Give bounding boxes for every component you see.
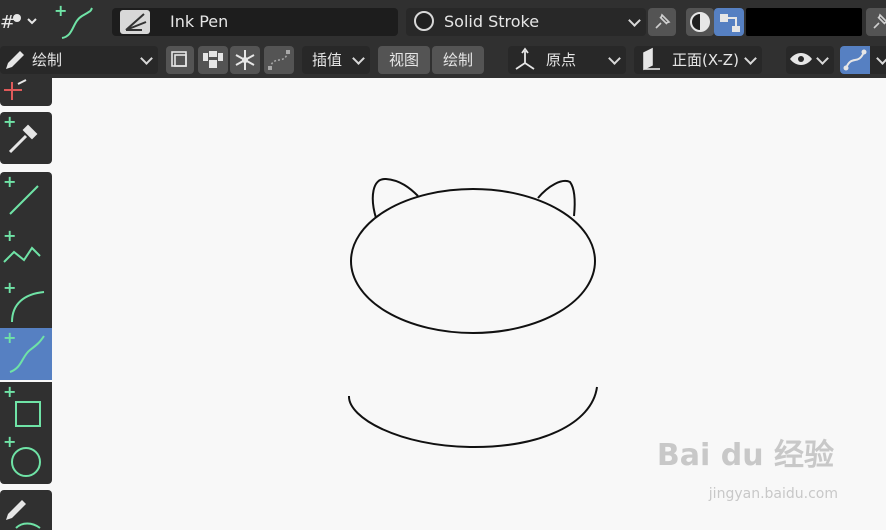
- watermark-url: jingyan.baidu.com: [708, 486, 838, 502]
- draw-menu[interactable]: 绘制: [432, 46, 484, 74]
- view-menu-label: 视图: [388, 51, 419, 69]
- chevron-down-icon: [628, 14, 641, 27]
- color-mode-button[interactable]: [686, 8, 714, 36]
- visibility-menu[interactable]: [786, 46, 834, 74]
- material-mode-icon: [690, 12, 710, 32]
- chevron-down-icon: [876, 52, 886, 65]
- mode-label: 绘制: [32, 51, 63, 69]
- editor-type-icon: #: [0, 12, 37, 33]
- overlay-toggle[interactable]: [840, 46, 870, 74]
- vertex-color-button[interactable]: [714, 8, 744, 36]
- pin-icon: [873, 13, 886, 29]
- multiframe-button[interactable]: [166, 46, 194, 74]
- chevron-down-icon: [140, 52, 153, 65]
- chevron-down-icon: [352, 52, 365, 65]
- pin-icon: [655, 13, 671, 29]
- head-stroke: [350, 188, 596, 334]
- origin-icon: [515, 47, 535, 70]
- editor-type-button[interactable]: #: [0, 6, 40, 36]
- chevron-down-icon: [608, 52, 621, 65]
- stroke-placement-selector[interactable]: 原点: [508, 46, 626, 74]
- mode-selector[interactable]: 绘制: [0, 46, 158, 74]
- color-swatch[interactable]: [746, 8, 862, 36]
- eye-icon: [790, 53, 812, 65]
- viewport-header: 绘制 插值 视图 绘制 原点 正面(X-Z): [0, 42, 886, 78]
- chevron-down-icon: [816, 52, 829, 65]
- chevron-down-icon: [744, 52, 757, 65]
- active-tool-icon[interactable]: +: [52, 2, 98, 42]
- plane-icon: [643, 47, 660, 71]
- curve-tool-icon: +: [54, 2, 93, 39]
- svg-text:+: +: [54, 2, 67, 20]
- view-menu[interactable]: 视图: [378, 46, 430, 74]
- curve-edit-button[interactable]: [264, 46, 294, 74]
- snowflake-icon: [235, 50, 255, 70]
- layers-icon: [171, 51, 187, 67]
- bezier-icon: [268, 50, 290, 70]
- curve-overlay-icon: [843, 49, 867, 71]
- pencil-icon: [6, 51, 24, 69]
- watermark-brand: Bai du 经验: [656, 438, 834, 473]
- draw-menu-label: 绘制: [442, 51, 473, 69]
- pin-button[interactable]: [648, 8, 676, 36]
- brush-name: Ink Pen: [170, 12, 229, 31]
- origin-label: 原点: [546, 51, 577, 69]
- brush-preview-icon: [120, 10, 150, 34]
- overlay-menu[interactable]: [840, 46, 886, 74]
- drawing-plane-selector[interactable]: 正面(X-Z): [634, 46, 762, 74]
- right-ear-stroke: [537, 180, 576, 217]
- material-selector[interactable]: Solid Stroke: [406, 8, 646, 36]
- material-name: Solid Stroke: [444, 12, 540, 31]
- interpolate-menu[interactable]: 插值: [302, 46, 370, 74]
- body-stroke: [347, 386, 598, 449]
- vertex-color-icon: [720, 14, 740, 32]
- brush-selector[interactable]: Ink Pen: [112, 8, 398, 36]
- svg-text:#: #: [0, 12, 15, 33]
- sculpt-mask-button[interactable]: [198, 46, 228, 74]
- interpolate-label: 插值: [312, 51, 343, 69]
- view-plane-label: 正面(X-Z): [672, 51, 739, 69]
- auto-merge-button[interactable]: [230, 46, 260, 74]
- pin-button-2[interactable]: [866, 8, 886, 36]
- cat-drawing: [347, 177, 598, 449]
- material-sphere-icon: [414, 11, 434, 31]
- mask-icon: [203, 51, 223, 68]
- tool-settings-header: # + Ink Pen Solid Stroke: [0, 0, 886, 42]
